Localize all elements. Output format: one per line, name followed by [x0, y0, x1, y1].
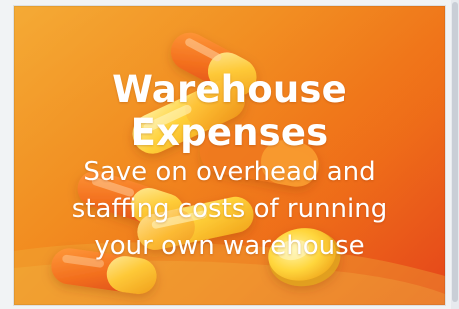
card-title: Warehouse Expenses: [112, 68, 347, 154]
card-subtitle: Save on overhead and staffing costs of r…: [71, 157, 388, 261]
page: Warehouse Expenses Save on overhead and …: [0, 0, 459, 309]
warehouse-expenses-card[interactable]: Warehouse Expenses Save on overhead and …: [14, 6, 445, 305]
vertical-scrollbar[interactable]: [451, 0, 459, 309]
scrollbar-thumb[interactable]: [452, 2, 458, 302]
